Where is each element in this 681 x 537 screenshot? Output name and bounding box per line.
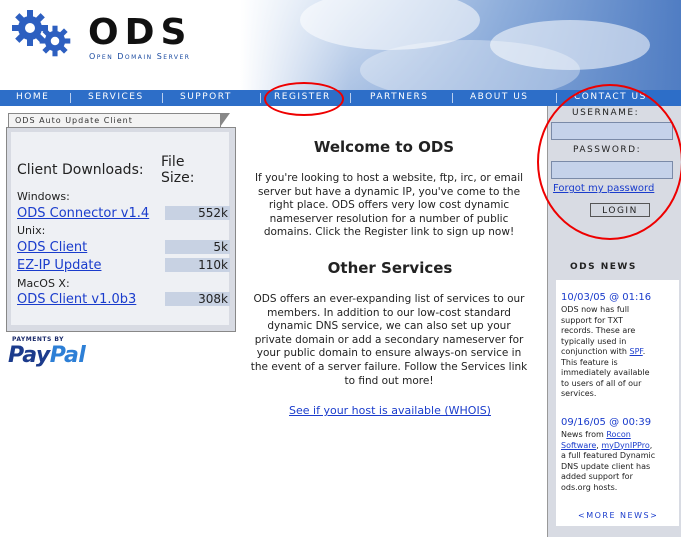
ez-ip-update-link[interactable]: EZ-IP Update [17,258,101,273]
news-text: ODS now has full support for TXT records… [561,305,650,398]
paypal-pal: Pal [49,343,86,368]
logo-subtitle: Open Domain Server [89,52,191,61]
spf-link[interactable]: SPF [630,347,643,356]
ods-client-link[interactable]: ODS Client [17,240,87,255]
paypal-pay: Pay [8,343,50,368]
welcome-title: Welcome to ODS [313,138,455,156]
ods-client-mac-link[interactable]: ODS Client v1.0b3 [17,292,136,307]
download-row: ODS Connector v1.4 552k [17,206,230,221]
nav-partners[interactable]: PARTNERS [370,92,429,102]
file-size: 552k [165,206,230,220]
register-highlight-circle [264,82,344,116]
other-services-text: ODS offers an ever-expanding list of ser… [250,293,528,387]
download-row: EZ-IP Update 110k [17,258,230,273]
mydynippro-link[interactable]: myDynIPPro [601,441,649,450]
paypal-caption: PAYMENTS BY [12,336,64,343]
client-downloads-heading: Client Downloads: [17,162,144,178]
login-highlight-circle [537,84,681,240]
site-header: ODS Open Domain Server [0,0,681,90]
news-date: 09/16/05 @ 00:39 [561,417,652,428]
download-row: ODS Client 5k [17,240,230,255]
group-unix: Unix: [17,224,46,237]
rocon-link[interactable]: Rocon [606,430,630,439]
nav-separator [70,93,71,103]
file-size: 308k [165,292,230,306]
ods-connector-link[interactable]: ODS Connector v1.4 [17,206,149,221]
news-date: 10/03/05 @ 01:16 [561,292,652,303]
welcome-text: If you're looking to host a website, ftp… [254,172,524,239]
group-macos: MacOS X: [17,277,70,290]
news-text: News from Rocon Software, myDynIPPro, a … [561,430,656,492]
whois-link[interactable]: See if your host is available (WHOIS) [240,404,540,417]
logo-title: ODS [88,12,193,53]
auto-update-client-tab: ODS Auto Update Client [8,113,230,127]
nav-support[interactable]: SUPPORT [180,92,232,102]
file-size-heading-2: Size: [161,170,195,186]
nav-home[interactable]: HOME [16,92,49,102]
file-size-heading-1: File [161,154,185,170]
nav-separator [350,93,351,103]
nav-separator [260,93,261,103]
software-link[interactable]: Software [561,441,596,450]
nav-separator [452,93,453,103]
other-services-title: Other Services [327,259,453,277]
more-news-link[interactable]: <MORE NEWS> [578,511,658,520]
nav-separator [162,93,163,103]
header-sky-banner [240,0,681,90]
nav-separator [556,93,557,103]
download-row: ODS Client v1.0b3 308k [17,292,230,307]
gear-icon [39,25,71,57]
news-title: ODS NEWS [570,262,637,272]
file-size: 5k [165,240,230,254]
file-size: 110k [165,258,230,272]
nav-about-us[interactable]: ABOUT US [470,92,529,102]
nav-services[interactable]: SERVICES [88,92,144,102]
paypal-logo[interactable]: PayPal [8,343,86,368]
group-windows: Windows: [17,190,70,203]
